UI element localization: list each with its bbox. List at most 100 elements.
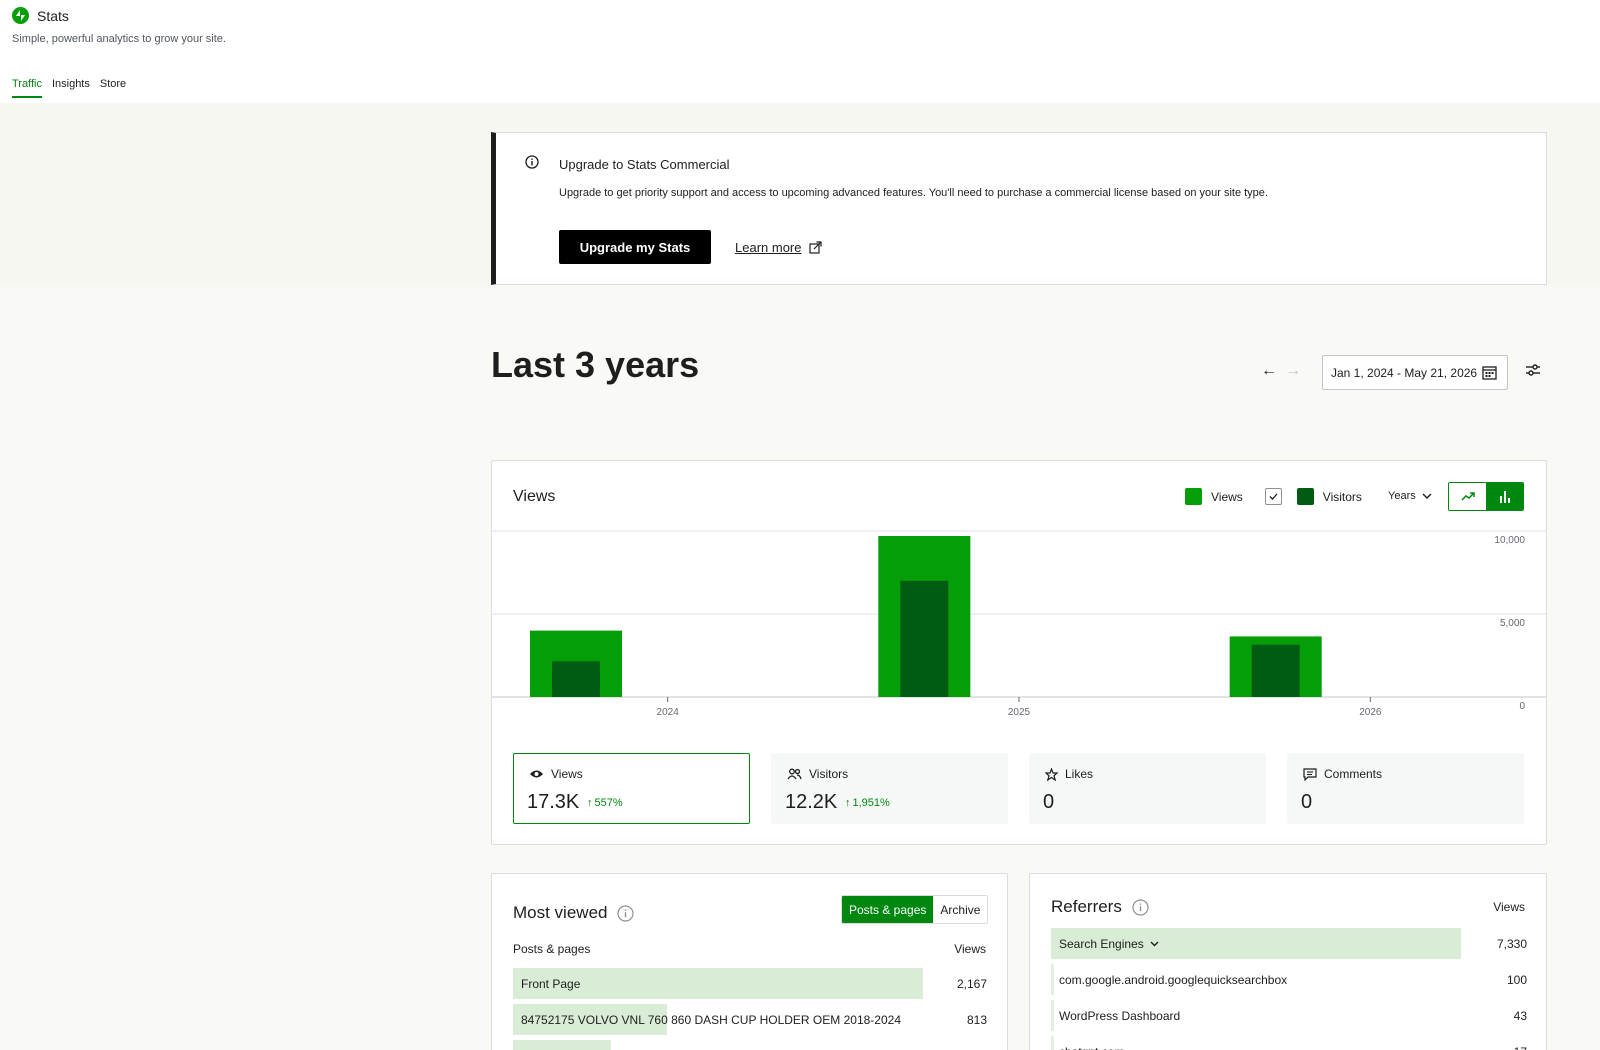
most-viewed-row[interactable]: Front Page 2,167 xyxy=(513,968,987,999)
referrer-row[interactable]: chatgpt.com 17 xyxy=(1051,1036,1527,1050)
tab-store[interactable]: Store xyxy=(100,78,126,98)
referrers-title: Referrers xyxy=(1051,897,1149,917)
stat-visitors-label-text: Visitors xyxy=(809,767,849,781)
stat-tile-likes[interactable]: Likes 0 xyxy=(1029,753,1266,824)
eye-icon xyxy=(530,770,543,778)
legend-views: Views xyxy=(1185,488,1243,505)
most-viewed-card: Most viewed Posts & pages Archive Posts … xyxy=(491,873,1008,1050)
brand: Stats xyxy=(12,7,69,24)
learn-more-link[interactable]: Learn more xyxy=(735,240,823,255)
upgrade-notice: Upgrade to Stats Commercial Upgrade to g… xyxy=(491,132,1547,285)
stat-tile-comments-label: Comments xyxy=(1303,767,1382,781)
stat-views-value: 17.3K xyxy=(527,791,580,813)
views-chart-card: Views Views Visitors Years 0 5,000 10,000 2… xyxy=(491,460,1547,845)
stat-likes-label-text: Likes xyxy=(1065,767,1094,781)
column-header-views: Views xyxy=(954,942,986,956)
app-subtitle: Simple, powerful analytics to grow your … xyxy=(12,33,226,45)
chevron-down-icon[interactable] xyxy=(1150,941,1159,947)
info-icon[interactable] xyxy=(617,904,635,922)
segment-archive[interactable]: Archive xyxy=(933,896,988,923)
y-tick-label: 10,000 xyxy=(1494,535,1525,546)
line-chart-button[interactable] xyxy=(1449,483,1486,510)
referrer-value: 100 xyxy=(1506,972,1527,987)
referrers-title-text: Referrers xyxy=(1051,897,1122,916)
period-navigation: ← → xyxy=(1261,362,1301,380)
legend-visitors-label: Visitors xyxy=(1322,489,1362,504)
bar-chart-button[interactable] xyxy=(1486,483,1523,510)
x-tick-label: 2026 xyxy=(1359,707,1382,718)
info-icon[interactable] xyxy=(1132,898,1149,916)
tab-insights[interactable]: Insights xyxy=(52,78,90,98)
date-range-picker[interactable]: Jan 1, 2024 - May 21, 2026 xyxy=(1322,355,1508,390)
chart-title: Views xyxy=(513,488,556,505)
y-tick-label: 5,000 xyxy=(1500,618,1525,629)
chart-legend: Views Visitors xyxy=(1185,488,1384,505)
stat-views-delta-text: 557% xyxy=(594,797,623,809)
legend-visitors: Visitors xyxy=(1264,488,1362,505)
stat-visitors-delta-text: 1,951% xyxy=(852,797,890,809)
most-viewed-row[interactable]: 84752175 VOLVO VNL 760 860 DASH CUP HOLD… xyxy=(513,1004,987,1035)
chevron-down-icon xyxy=(1422,493,1432,499)
referrers-card: Referrers Views Search Engines 7,330 com.g… xyxy=(1029,873,1547,1050)
y-tick-label: 0 xyxy=(1519,701,1525,712)
comment-icon xyxy=(1303,767,1317,781)
notice-body: Upgrade to get priority support and acce… xyxy=(559,187,1268,199)
most-viewed-title: Most viewed xyxy=(513,903,635,923)
stat-tile-views[interactable]: Views 17.3K ↑ 557% xyxy=(513,753,750,824)
stat-tile-views-label: Views xyxy=(529,767,583,781)
checkmark-icon xyxy=(1269,493,1278,500)
stat-views-label-text: Views xyxy=(551,767,583,781)
external-link-icon xyxy=(809,241,823,254)
visitors-bar-2025 xyxy=(900,580,949,697)
referrer-row[interactable]: WordPress Dashboard 43 xyxy=(1051,1000,1527,1031)
interval-select[interactable]: Years xyxy=(1388,490,1432,502)
segment-posts-pages[interactable]: Posts & pages xyxy=(842,896,934,923)
stat-tile-comments[interactable]: Comments 0 xyxy=(1287,753,1524,824)
stat-likes-value: 0 xyxy=(1043,791,1055,813)
most-viewed-segment-control: Posts & pages Archive xyxy=(841,895,989,924)
previous-period-arrow-icon[interactable]: ← xyxy=(1261,362,1277,380)
referrer-label-text: Search Engines xyxy=(1059,936,1144,951)
trend-line-icon xyxy=(1460,491,1475,501)
settings-sliders-icon[interactable] xyxy=(1526,363,1540,381)
most-viewed-title-text: Most viewed xyxy=(513,903,608,922)
referrer-label-text: WordPress Dashboard xyxy=(1059,1008,1181,1023)
column-header-posts: Posts & pages xyxy=(513,942,591,956)
page-title: Last 3 years xyxy=(491,344,700,385)
referrer-label: chatgpt.com xyxy=(1051,1045,1124,1050)
app-header: Stats Simple, powerful analytics to grow… xyxy=(0,0,1600,103)
next-period-arrow-icon: → xyxy=(1285,362,1301,379)
arrow-up-icon: ↑ xyxy=(587,797,593,809)
bar-chart-icon xyxy=(1499,491,1510,503)
tab-traffic[interactable]: Traffic xyxy=(12,78,42,98)
stat-tile-visitors[interactable]: Visitors 12.2K ↑ 1,951% xyxy=(771,753,1008,824)
app-title: Stats xyxy=(37,7,69,24)
tab-bar: Traffic Insights Store xyxy=(12,78,126,98)
calendar-icon xyxy=(1482,366,1497,380)
chart-type-toggle xyxy=(1448,482,1524,511)
referrer-label: com.google.android.googlequicksearchbox xyxy=(1051,973,1287,987)
stat-tiles: Views 17.3K ↑ 557% Visitors 12.2K ↑ 1,95… xyxy=(513,753,1524,824)
legend-views-swatch xyxy=(1185,488,1202,505)
stat-visitors-value: 12.2K xyxy=(785,791,838,813)
stat-visitors-delta: ↑ 1,951% xyxy=(845,797,890,809)
arrow-up-icon: ↑ xyxy=(845,797,851,809)
row-value: 813 xyxy=(966,1012,987,1027)
learn-more-label: Learn more xyxy=(735,240,802,255)
row-label: 84752175 VOLVO VNL 760 860 DASH CUP HOLD… xyxy=(521,1012,901,1027)
referrer-label-text: chatgpt.com xyxy=(1059,1045,1124,1050)
people-icon xyxy=(787,768,802,780)
referrer-row[interactable]: com.google.android.googlequicksearchbox 1… xyxy=(1051,964,1527,995)
stat-comments-value: 0 xyxy=(1301,791,1313,813)
visitors-checkbox[interactable] xyxy=(1264,488,1282,505)
referrer-value: 7,330 xyxy=(1496,936,1527,951)
stat-views-delta: ↑ 557% xyxy=(587,797,623,809)
referrer-row[interactable]: Search Engines 7,330 xyxy=(1051,928,1527,959)
row-value: 2,167 xyxy=(956,976,987,991)
referrer-value: 43 xyxy=(1513,1008,1527,1023)
most-viewed-row[interactable] xyxy=(513,1040,987,1050)
referrer-label: Search Engines xyxy=(1051,937,1159,951)
stat-tile-likes-label: Likes xyxy=(1045,767,1093,781)
upgrade-button[interactable]: Upgrade my Stats xyxy=(559,230,711,264)
star-icon xyxy=(1045,767,1058,781)
